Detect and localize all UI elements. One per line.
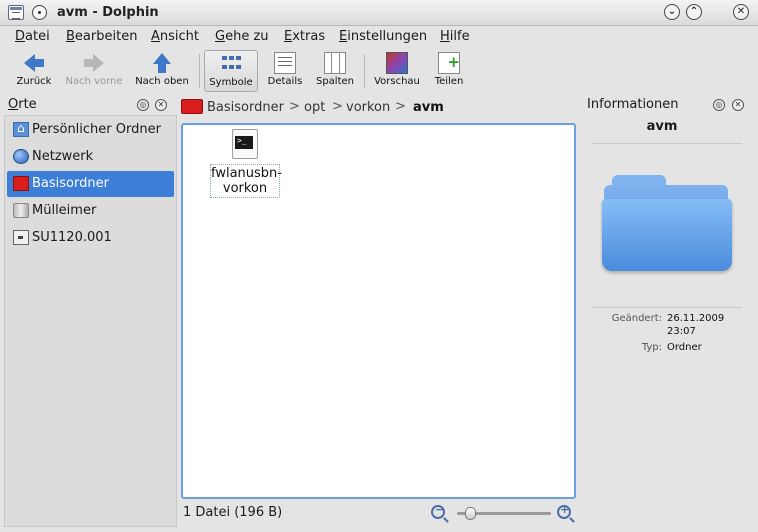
menu-hilfe[interactable]: Hilfe <box>440 29 470 44</box>
place-drive[interactable]: SU1120.001 <box>7 225 174 251</box>
status-text: 1 Datei (196 B) <box>183 505 283 520</box>
split-button[interactable]: Teilen <box>429 50 469 92</box>
menu-datei[interactable]: Datei <box>15 29 50 44</box>
back-button[interactable]: Zurück <box>12 50 56 92</box>
divider <box>592 307 742 308</box>
panel-close-icon[interactable]: ✕ <box>732 99 744 111</box>
breadcrumb-separator[interactable]: > <box>332 99 343 114</box>
breadcrumb-separator[interactable]: > <box>395 99 406 114</box>
drive-icon <box>13 230 29 245</box>
window-title: avm - Dolphin <box>57 5 159 20</box>
split-view-icon <box>438 52 460 74</box>
places-title: Orte <box>8 97 37 112</box>
menu-einstellungen[interactable]: Einstellungen <box>339 29 427 44</box>
breadcrumb-item-opt[interactable]: opt <box>304 100 325 115</box>
file-view[interactable]: fwlanusbn-vorkon <box>181 123 576 499</box>
minimize-button[interactable]: ⌄ <box>664 4 680 20</box>
toolbar-separator <box>199 54 200 88</box>
undock-icon[interactable]: ◎ <box>137 99 149 111</box>
info-panel-title: Informationen <box>587 97 679 112</box>
place-network[interactable]: Netzwerk <box>7 144 174 170</box>
toolbar-separator <box>364 54 365 88</box>
places-list: Persönlicher Ordner Netzwerk Basisordner… <box>4 115 177 527</box>
arrow-up-icon <box>151 52 173 74</box>
places-header: Orte ◎ ✕ <box>4 95 177 115</box>
columns-icon <box>324 52 346 74</box>
breadcrumb: Basisordner > opt > vorkon > avm <box>181 97 576 119</box>
red-folder-icon[interactable] <box>181 99 203 114</box>
home-icon <box>13 121 29 137</box>
zoom-slider-handle[interactable] <box>465 507 477 520</box>
menu-ansicht[interactable]: Ansicht <box>151 29 199 44</box>
panel-close-icon[interactable]: ✕ <box>155 99 167 111</box>
close-button[interactable]: ✕ <box>733 4 749 20</box>
folder-preview-icon <box>602 173 732 273</box>
details-view-button[interactable]: Details <box>264 50 306 92</box>
file-name: fwlanusbn-vorkon <box>210 164 282 198</box>
menu-extras[interactable]: Extras <box>284 29 325 44</box>
breadcrumb-current[interactable]: avm <box>413 100 444 115</box>
trash-icon <box>13 203 29 218</box>
info-folder-name: avm <box>646 119 678 134</box>
maximize-button[interactable]: ⌃ <box>686 4 702 20</box>
zoom-out-icon[interactable] <box>431 503 445 519</box>
details-list-icon <box>274 52 296 74</box>
forward-button[interactable]: Nach vorne <box>62 50 126 92</box>
place-root[interactable]: Basisordner <box>7 171 174 197</box>
divider <box>592 143 742 144</box>
red-folder-icon <box>13 176 29 191</box>
globe-icon <box>13 149 29 164</box>
arrow-right-icon <box>83 52 105 74</box>
breadcrumb-item-basisordner[interactable]: Basisordner <box>207 100 284 115</box>
icons-view-button[interactable]: Symbole <box>204 50 258 92</box>
info-header: Informationen ◎ ✕ <box>582 95 754 115</box>
menu-bar: Datei Bearbeiten Ansicht Gehe zu Extras … <box>0 26 758 48</box>
terminal-script-icon <box>232 129 258 159</box>
place-trash[interactable]: Mülleimer <box>7 198 174 224</box>
menu-gehe-zu[interactable]: Gehe zu <box>215 29 269 44</box>
file-item[interactable]: fwlanusbn-vorkon <box>210 129 282 199</box>
places-panel: Orte ◎ ✕ Persönlicher Ordner Netzwerk Ba… <box>4 95 177 527</box>
pin-icon[interactable] <box>32 5 47 20</box>
zoom-in-icon[interactable] <box>557 503 571 519</box>
preview-image-icon <box>386 52 408 74</box>
place-home[interactable]: Persönlicher Ordner <box>7 117 174 143</box>
breadcrumb-separator[interactable]: > <box>289 99 300 114</box>
zoom-slider[interactable] <box>457 507 551 520</box>
columns-view-button[interactable]: Spalten <box>312 50 358 92</box>
toolbar: Zurück Nach vorne Nach oben Symbole Deta… <box>0 48 758 94</box>
status-bar: 1 Datei (196 B) <box>181 502 576 524</box>
title-bar: avm - Dolphin ⌄ ⌃ ✕ <box>0 0 758 26</box>
preview-button[interactable]: Vorschau <box>371 50 423 92</box>
arrow-left-icon <box>23 52 45 74</box>
icon-grid-icon <box>220 53 242 75</box>
breadcrumb-item-vorkon[interactable]: vorkon <box>346 100 390 115</box>
undock-icon[interactable]: ◎ <box>713 99 725 111</box>
menu-bearbeiten[interactable]: Bearbeiten <box>66 29 137 44</box>
up-button[interactable]: Nach oben <box>133 50 191 92</box>
app-menu-icon[interactable] <box>8 5 24 20</box>
information-panel: Informationen ◎ ✕ avm Geändert: 26.11.20… <box>582 95 754 527</box>
